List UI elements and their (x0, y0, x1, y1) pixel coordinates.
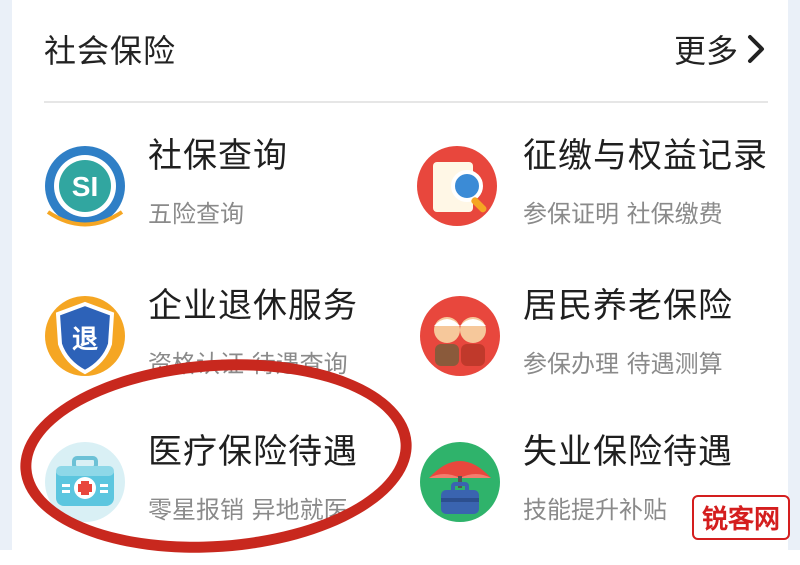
header-divider (44, 101, 768, 103)
service-item-social-security-query[interactable]: SI 社保查询 五险查询 (40, 112, 400, 242)
left-edge (0, 0, 12, 550)
svg-text:退: 退 (72, 325, 98, 355)
item-subtitle: 参保证明 社保缴费 (523, 200, 723, 228)
medical-kit-icon (40, 438, 130, 528)
service-item-enterprise-retirement[interactable]: 退 企业退休服务 资格认证 待遇查询 (40, 262, 400, 392)
item-title: 医疗保险待遇 (148, 432, 358, 472)
item-title: 居民养老保险 (523, 286, 733, 326)
section-header: 社会保险 更多 (44, 26, 768, 70)
watermark-logo: 锐客网 (691, 495, 790, 540)
right-edge (788, 0, 800, 550)
umbrella-briefcase-icon (415, 438, 505, 528)
item-subtitle: 参保办理 待遇测算 (523, 350, 723, 378)
retire-shield-icon: 退 (40, 292, 130, 382)
more-label: 更多 (673, 32, 738, 70)
item-title: 征缴与权益记录 (523, 136, 768, 176)
item-subtitle: 五险查询 (148, 200, 244, 228)
item-title: 失业保险待遇 (523, 432, 733, 472)
item-subtitle: 技能提升补贴 (523, 496, 667, 524)
item-subtitle: 资格认证 待遇查询 (148, 350, 348, 378)
service-item-resident-pension[interactable]: 居民养老保险 参保办理 待遇测算 (415, 262, 775, 392)
magnifier-document-icon (415, 142, 505, 232)
chevron-right-icon (748, 35, 764, 63)
svg-text:SI: SI (72, 171, 98, 202)
service-item-contribution-records[interactable]: 征缴与权益记录 参保证明 社保缴费 (415, 112, 775, 242)
service-item-medical-insurance[interactable]: 医疗保险待遇 零星报销 异地就医 (40, 408, 400, 538)
item-title: 企业退休服务 (148, 286, 358, 326)
section-title: 社会保险 (44, 32, 177, 70)
more-button[interactable]: 更多 (674, 26, 768, 72)
elderly-couple-icon (415, 292, 505, 382)
si-badge-icon: SI (40, 142, 130, 232)
item-subtitle: 零星报销 异地就医 (148, 496, 348, 524)
item-title: 社保查询 (148, 136, 288, 176)
